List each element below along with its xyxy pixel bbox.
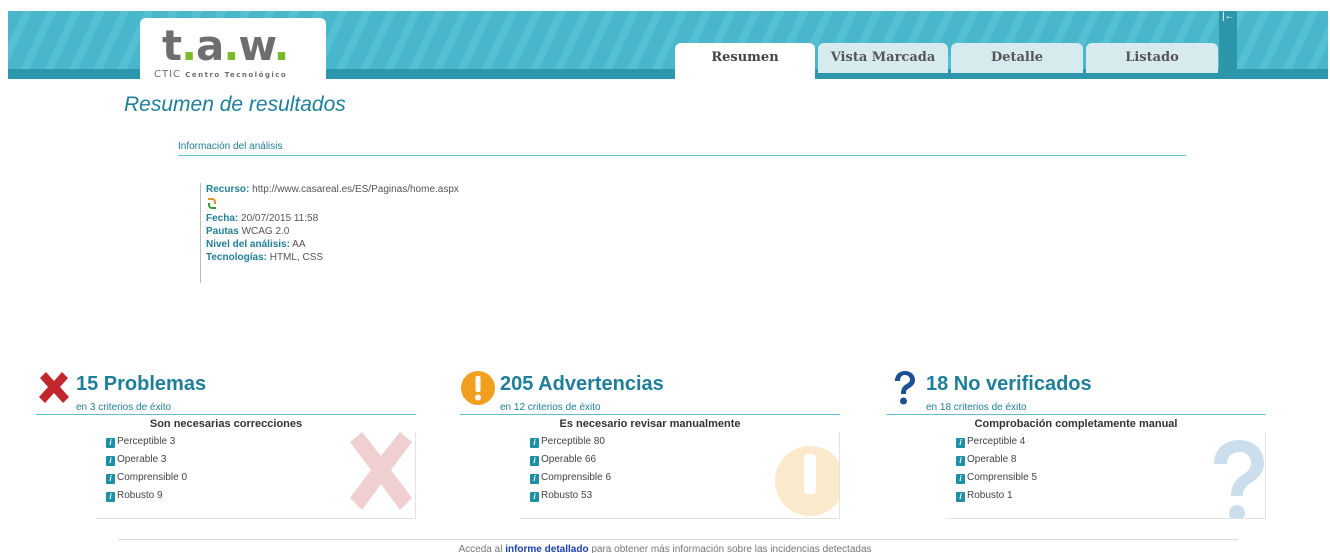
list-item[interactable]: i Perceptible 80	[530, 433, 611, 451]
question-watermark-icon	[1214, 440, 1264, 518]
unverified-subtitle: en 18 criterios de éxito	[926, 402, 1027, 413]
tab-detalle[interactable]: Detalle	[951, 43, 1083, 73]
resource-row: Recurso: http://www.casareal.es/ES/Pagin…	[206, 183, 540, 196]
info-icon: i	[106, 456, 115, 466]
info-icon: i	[106, 474, 115, 484]
technologies-row: Tecnologías: HTML, CSS	[206, 251, 540, 264]
collapse-icon: |←	[1222, 11, 1235, 22]
unverified-summary: 18 No verificados en 18 criterios de éxi…	[886, 370, 1286, 520]
footer-prefix: Acceda al	[458, 544, 503, 553]
date-label: Fecha:	[206, 213, 239, 224]
warning-watermark-icon	[775, 446, 839, 516]
footer-divider	[118, 539, 1238, 540]
list-item[interactable]: i Robusto 1	[956, 487, 1037, 505]
unverified-list: i Perceptible 4 i Operable 8 i Comprensible…	[956, 433, 1037, 505]
level-label: Nivel del análisis:	[206, 239, 290, 250]
list-item[interactable]: i Operable 3	[106, 451, 187, 469]
tab-listado[interactable]: Listado	[1086, 43, 1218, 73]
problems-summary: 15 Problemas en 3 criterios de éxito Son…	[36, 370, 436, 520]
tab-resumen[interactable]: Resumen	[675, 43, 815, 79]
guidelines-value: WCAG 2.0	[241, 226, 290, 237]
info-icon: i	[530, 492, 539, 502]
page-title: Resumen de resultados	[124, 93, 346, 116]
warnings-title[interactable]: 205 Advertencias	[500, 373, 664, 396]
refresh-icon[interactable]	[207, 198, 217, 209]
info-icon: i	[106, 492, 115, 502]
list-item[interactable]: i Perceptible 4	[956, 433, 1037, 451]
technologies-value: HTML, CSS	[269, 252, 324, 263]
problems-list: i Perceptible 3 i Operable 3 i Comprensible…	[106, 433, 187, 505]
footer-note: Acceda al informe detallado para obtener…	[0, 544, 1330, 553]
detailed-report-link[interactable]: informe detallado	[505, 544, 588, 553]
resource-label: Recurso:	[206, 184, 250, 195]
warnings-summary: 205 Advertencias en 12 criterios de éxit…	[460, 370, 860, 520]
footer-suffix: para obtener más información sobre las i…	[591, 544, 872, 553]
info-icon: i	[530, 456, 539, 466]
guidelines-label: Pautas	[206, 226, 239, 237]
level-row: Nivel del análisis: AA	[206, 238, 540, 251]
logo-subtitle: CTIC Centro Tecnológico	[154, 69, 288, 80]
warning-icon	[461, 371, 495, 405]
warnings-heading: Es necesario revisar manualmente	[559, 418, 741, 430]
logo[interactable]: t.a.w. CTIC Centro Tecnológico	[140, 18, 326, 82]
error-x-icon	[39, 372, 69, 403]
warnings-subtitle: en 12 criterios de éxito	[500, 402, 601, 413]
info-icon: i	[956, 474, 965, 484]
info-icon: i	[106, 438, 115, 448]
unverified-heading: Comprobación completamente manual	[974, 418, 1178, 430]
info-icon: i	[956, 492, 965, 502]
list-item[interactable]: i Comprensible 0	[106, 469, 187, 487]
guidelines-row: Pautas WCAG 2.0	[206, 225, 540, 238]
level-value: AA	[292, 239, 306, 250]
divider	[886, 414, 1266, 415]
list-item[interactable]: i Comprensible 5	[956, 469, 1037, 487]
technologies-label: Tecnologías:	[206, 252, 267, 263]
error-x-watermark-icon	[350, 432, 412, 510]
info-icon: i	[956, 456, 965, 466]
info-heading: Información del análisis	[178, 141, 1186, 156]
problems-title[interactable]: 15 Problemas	[76, 373, 206, 396]
analysis-info: Recurso: http://www.casareal.es/ES/Pagin…	[200, 183, 540, 283]
info-icon: i	[530, 438, 539, 448]
question-icon	[895, 371, 915, 405]
divider	[460, 414, 840, 415]
unverified-title[interactable]: 18 No verificados	[926, 373, 1092, 396]
collapse-handle[interactable]: |←	[1219, 11, 1237, 69]
logo-wordmark: t.a.w.	[162, 21, 289, 70]
tab-vista-marcada[interactable]: Vista Marcada	[818, 43, 948, 73]
problems-subtitle: en 3 criterios de éxito	[76, 402, 172, 413]
list-item[interactable]: i Comprensible 6	[530, 469, 611, 487]
list-item[interactable]: i Operable 8	[956, 451, 1037, 469]
info-icon: i	[956, 438, 965, 448]
reanalyze-row	[206, 196, 540, 212]
divider	[36, 414, 416, 415]
problems-heading: Son necesarias correcciones	[149, 418, 303, 430]
resource-value: http://www.casareal.es/ES/Paginas/home.a…	[252, 184, 459, 195]
info-icon: i	[530, 474, 539, 484]
date-row: Fecha: 20/07/2015 11:58	[206, 212, 540, 225]
list-item[interactable]: i Robusto 9	[106, 487, 187, 505]
warnings-list: i Perceptible 80 i Operable 66 i Comprensib…	[530, 433, 611, 505]
list-item[interactable]: i Operable 66	[530, 451, 611, 469]
date-value: 20/07/2015 11:58	[241, 213, 319, 224]
list-item[interactable]: i Perceptible 3	[106, 433, 187, 451]
list-item[interactable]: i Robusto 53	[530, 487, 611, 505]
